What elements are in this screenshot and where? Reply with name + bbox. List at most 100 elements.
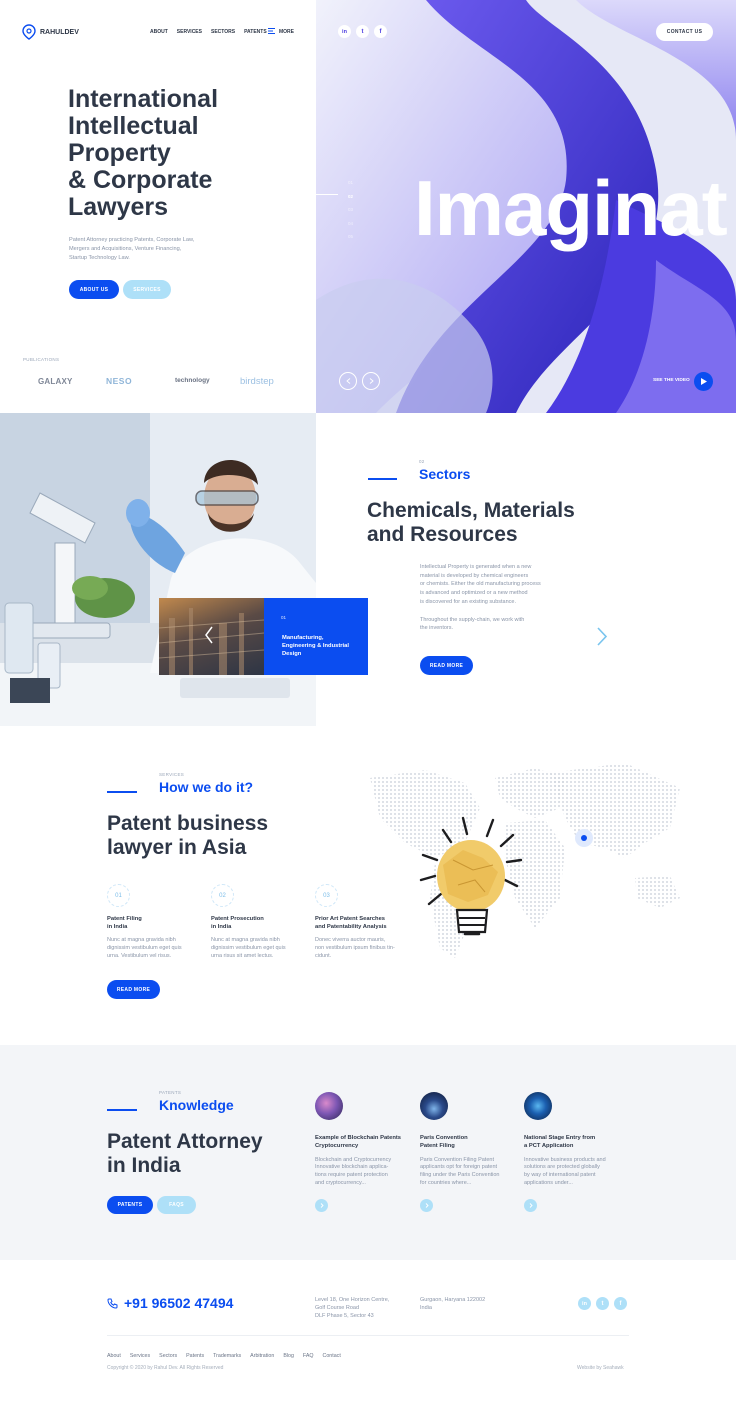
copyright: Copyright © 2020 by Rahul Dev. All Right… bbox=[107, 1365, 224, 1371]
article-card-2[interactable]: Paris Convention Patent Filing Paris Con… bbox=[420, 1092, 520, 1212]
footer-link-sectors[interactable]: Sectors bbox=[159, 1353, 177, 1359]
address-line: DLF Phase 5, Sector 43 bbox=[315, 1313, 374, 1319]
footer-social: in t f bbox=[578, 1297, 627, 1310]
nav-sectors[interactable]: SECTORS bbox=[211, 29, 235, 35]
how-title: Patent business lawyer in Asia bbox=[107, 812, 268, 860]
sectors-title-line: and Resources bbox=[367, 523, 518, 546]
facebook-icon[interactable]: f bbox=[614, 1297, 627, 1310]
linkedin-icon[interactable]: in bbox=[578, 1297, 591, 1310]
article-text-line: Paris Convention Filing Patent bbox=[420, 1156, 494, 1163]
sectors-text-line: is advanced and optimized or a new metho… bbox=[420, 590, 528, 597]
footer-link-contact[interactable]: Contact bbox=[323, 1353, 341, 1359]
article-text-line: and cryptocurrency... bbox=[315, 1179, 366, 1186]
patents-button[interactable]: PATENTS bbox=[107, 1196, 153, 1214]
article-excerpt: Innovative business products and solutio… bbox=[524, 1157, 624, 1188]
about-us-button[interactable]: ABOUT US bbox=[69, 280, 119, 299]
footer-link-arbitration[interactable]: Arbitration bbox=[250, 1353, 274, 1359]
lab-scene-illustration bbox=[0, 413, 316, 726]
footer-link-trademarks[interactable]: Trademarks bbox=[213, 1353, 241, 1359]
knowledge-title-line: Patent Attorney bbox=[107, 1130, 263, 1153]
step-text-line: dignissim vestibulum eget quis bbox=[107, 945, 182, 951]
sectors-read-more-button[interactable]: READ MORE bbox=[420, 656, 473, 675]
sectors-text-line: the inventors. bbox=[420, 625, 454, 632]
how-title-line: Patent business bbox=[107, 812, 269, 835]
knowledge-title: Patent Attorney in India bbox=[107, 1130, 263, 1178]
footer-link-faq[interactable]: FAQ bbox=[303, 1353, 314, 1359]
knowledge-label: Knowledge bbox=[159, 1097, 234, 1113]
slide-indicator[interactable]: 04 bbox=[348, 217, 353, 231]
article-arrow-button[interactable] bbox=[524, 1198, 537, 1212]
how-read-more-button[interactable]: READ MORE bbox=[107, 980, 160, 999]
article-card-3[interactable]: National Stage Entry from a PCT Applicat… bbox=[524, 1092, 624, 1212]
hero-title-line: Lawyers bbox=[68, 193, 169, 221]
nav-patents[interactable]: PATENTS bbox=[244, 29, 267, 35]
sectors-accent-line bbox=[368, 478, 397, 480]
footer-links: About Services Sectors Patents Trademark… bbox=[107, 1353, 341, 1359]
how-accent-line bbox=[107, 791, 137, 793]
address-line: Golf Course Road bbox=[315, 1305, 360, 1311]
article-text-line: for countries where... bbox=[420, 1179, 472, 1186]
menu-icon bbox=[268, 28, 275, 36]
how-label: How we do it? bbox=[159, 779, 254, 795]
hero-title-line: Property bbox=[68, 139, 171, 167]
nav-more[interactable]: MORE bbox=[268, 28, 294, 36]
slide-indicator[interactable]: 05 bbox=[348, 230, 353, 244]
arrow-right-icon bbox=[529, 1202, 533, 1208]
slide-indicator[interactable]: 01 bbox=[348, 176, 353, 190]
slider-next-button[interactable] bbox=[362, 372, 380, 390]
step-title-line: Patent Filing bbox=[107, 916, 142, 922]
faqs-button[interactable]: FAQS bbox=[157, 1196, 196, 1214]
article-arrow-button[interactable] bbox=[420, 1198, 433, 1212]
see-video-label[interactable]: SEE THE VIDEO bbox=[653, 378, 690, 383]
slide-indicator[interactable]: 03 bbox=[348, 203, 353, 217]
play-video-button[interactable] bbox=[694, 372, 713, 391]
hero-slide-word: Imaginat bbox=[414, 164, 728, 252]
step-title-line: Patent Prosecution bbox=[211, 916, 264, 922]
website-credit[interactable]: Website by Seahawk bbox=[577, 1365, 624, 1371]
sector-card-title: Manufacturing, Engineering & Industrial … bbox=[282, 634, 349, 658]
header-logo[interactable]: RAHULDEV bbox=[22, 24, 79, 40]
sectors-text-line: Intellectual Property is generated when … bbox=[420, 564, 532, 570]
hero-desc-line: Patent Attorney practicing Patents, Corp… bbox=[69, 237, 195, 243]
sector-card-prev[interactable] bbox=[204, 626, 214, 649]
publication-logos: GALAXY NESO technology birdstep bbox=[38, 375, 288, 389]
footer-link-patents[interactable]: Patents bbox=[186, 1353, 204, 1359]
hero-title-line: & Corporate bbox=[68, 166, 213, 194]
article-excerpt: Blockchain and Cryptocurrency Innovative… bbox=[315, 1157, 415, 1188]
linkedin-icon[interactable]: in bbox=[338, 25, 351, 38]
sectors-next-arrow[interactable] bbox=[596, 627, 608, 651]
article-title: National Stage Entry from a PCT Applicat… bbox=[524, 1135, 624, 1151]
sectors-label: Sectors bbox=[419, 466, 471, 482]
how-small-label: SERVICES bbox=[159, 772, 185, 777]
step-title-line: in India bbox=[211, 924, 232, 930]
article-title-line: Paris Convention bbox=[420, 1135, 468, 1141]
footer-link-services[interactable]: Services bbox=[130, 1353, 150, 1359]
slider-prev-button[interactable] bbox=[339, 372, 357, 390]
article-thumbnail bbox=[420, 1092, 448, 1120]
twitter-icon[interactable]: t bbox=[356, 25, 369, 38]
hero-desc-line: Mergers and Acquisitions, Venture Financ… bbox=[69, 246, 182, 252]
footer-phone[interactable]: +91 96502 47494 bbox=[107, 1295, 233, 1311]
slide-indicator-active[interactable]: 02 bbox=[348, 190, 353, 204]
play-icon bbox=[700, 378, 707, 385]
article-title-line: Cryptocurrency bbox=[315, 1142, 359, 1149]
article-arrow-button[interactable] bbox=[315, 1198, 328, 1212]
services-button[interactable]: SERVICES bbox=[123, 280, 171, 299]
phone-icon bbox=[107, 1298, 118, 1309]
twitter-icon[interactable]: t bbox=[596, 1297, 609, 1310]
contact-us-button[interactable]: CONTACT US bbox=[656, 23, 713, 41]
facebook-icon[interactable]: f bbox=[374, 25, 387, 38]
footer-link-blog[interactable]: Blog bbox=[283, 1353, 294, 1359]
nav-services[interactable]: SERVICES bbox=[177, 29, 202, 35]
article-thumbnail bbox=[315, 1092, 343, 1120]
nav-about[interactable]: ABOUT bbox=[150, 29, 168, 35]
footer-link-about[interactable]: About bbox=[107, 1353, 121, 1359]
sector-card[interactable]: 01 Manufacturing, Engineering & Industri… bbox=[159, 598, 368, 675]
article-card-1[interactable]: Example of Blockchain Patents Cryptocurr… bbox=[315, 1092, 415, 1212]
step-text-line: urna risus sit amet lectus. bbox=[211, 953, 274, 959]
article-title-line: a PCT Application bbox=[524, 1142, 574, 1149]
sectors-text-line: Throughout the supply-chain, we work wit… bbox=[420, 616, 525, 623]
sectors-text-line: material is developed by chemical engine… bbox=[420, 572, 529, 579]
chevron-left-icon bbox=[205, 626, 213, 644]
sectors-paragraph: Intellectual Property is generated when … bbox=[420, 563, 541, 633]
